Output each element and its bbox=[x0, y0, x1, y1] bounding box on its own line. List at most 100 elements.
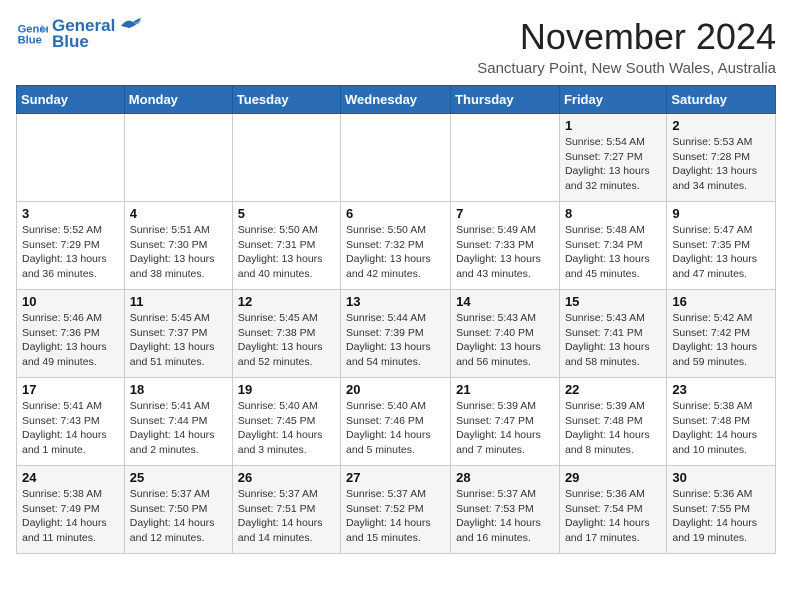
day-number: 25 bbox=[130, 470, 227, 485]
day-number: 2 bbox=[672, 118, 770, 133]
day-info: Sunrise: 5:53 AM Sunset: 7:28 PM Dayligh… bbox=[672, 135, 770, 194]
day-info: Sunrise: 5:38 AM Sunset: 7:48 PM Dayligh… bbox=[672, 399, 770, 458]
calendar-cell bbox=[232, 114, 340, 202]
day-number: 9 bbox=[672, 206, 770, 221]
calendar-cell: 7 Sunrise: 5:49 AM Sunset: 7:33 PM Daylig… bbox=[451, 202, 560, 290]
day-info: Sunrise: 5:39 AM Sunset: 7:48 PM Dayligh… bbox=[565, 399, 661, 458]
calendar-cell: 6Sunrise: 5:50 AM Sunset: 7:32 PM Daylig… bbox=[341, 202, 451, 290]
day-number: 13 bbox=[346, 294, 445, 309]
calendar-cell: 22 Sunrise: 5:39 AM Sunset: 7:48 PM Dayli… bbox=[559, 378, 666, 466]
calendar-cell: 16 Sunrise: 5:42 AM Sunset: 7:42 PM Dayli… bbox=[667, 290, 776, 378]
calendar-cell: 2 Sunrise: 5:53 AM Sunset: 7:28 PM Daylig… bbox=[667, 114, 776, 202]
day-info: Sunrise: 5:40 AM Sunset: 7:46 PM Dayligh… bbox=[346, 399, 445, 458]
calendar-cell: 4Sunrise: 5:51 AM Sunset: 7:30 PM Daylig… bbox=[124, 202, 232, 290]
day-info: Sunrise: 5:50 AM Sunset: 7:32 PM Dayligh… bbox=[346, 223, 445, 282]
day-info: Sunrise: 5:40 AM Sunset: 7:45 PM Dayligh… bbox=[238, 399, 335, 458]
day-number: 11 bbox=[130, 294, 227, 309]
calendar-week-row: 10 Sunrise: 5:46 AM Sunset: 7:36 PM Dayli… bbox=[17, 290, 776, 378]
calendar-cell: 14Sunrise: 5:43 AM Sunset: 7:40 PM Dayli… bbox=[451, 290, 560, 378]
day-info: Sunrise: 5:36 AM Sunset: 7:54 PM Dayligh… bbox=[565, 487, 661, 546]
calendar-cell: 27 Sunrise: 5:37 AM Sunset: 7:52 PM Dayli… bbox=[341, 466, 451, 554]
day-info: Sunrise: 5:52 AM Sunset: 7:29 PM Dayligh… bbox=[22, 223, 119, 282]
calendar-cell: 8 Sunrise: 5:48 AM Sunset: 7:34 PM Daylig… bbox=[559, 202, 666, 290]
day-number: 16 bbox=[672, 294, 770, 309]
calendar-cell: 9 Sunrise: 5:47 AM Sunset: 7:35 PM Daylig… bbox=[667, 202, 776, 290]
calendar-cell: 23 Sunrise: 5:38 AM Sunset: 7:48 PM Dayli… bbox=[667, 378, 776, 466]
calendar-cell: 1Sunrise: 5:54 AM Sunset: 7:27 PM Daylig… bbox=[559, 114, 666, 202]
calendar-cell: 5 Sunrise: 5:50 AM Sunset: 7:31 PM Daylig… bbox=[232, 202, 340, 290]
day-info: Sunrise: 5:37 AM Sunset: 7:53 PM Dayligh… bbox=[456, 487, 554, 546]
day-info: Sunrise: 5:49 AM Sunset: 7:33 PM Dayligh… bbox=[456, 223, 554, 282]
day-number: 5 bbox=[238, 206, 335, 221]
day-info: Sunrise: 5:46 AM Sunset: 7:36 PM Dayligh… bbox=[22, 311, 119, 370]
calendar-cell: 3 Sunrise: 5:52 AM Sunset: 7:29 PM Daylig… bbox=[17, 202, 125, 290]
calendar-table: SundayMondayTuesdayWednesdayThursdayFrid… bbox=[16, 85, 776, 554]
day-number: 7 bbox=[456, 206, 554, 221]
calendar-cell bbox=[124, 114, 232, 202]
day-info: Sunrise: 5:48 AM Sunset: 7:34 PM Dayligh… bbox=[565, 223, 661, 282]
header-wednesday: Wednesday bbox=[341, 86, 451, 114]
calendar-cell: 17 Sunrise: 5:41 AM Sunset: 7:43 PM Dayli… bbox=[17, 378, 125, 466]
calendar-cell: 28 Sunrise: 5:37 AM Sunset: 7:53 PM Dayli… bbox=[451, 466, 560, 554]
logo-bird-icon bbox=[119, 18, 141, 34]
header-sunday: Sunday bbox=[17, 86, 125, 114]
day-info: Sunrise: 5:38 AM Sunset: 7:49 PM Dayligh… bbox=[22, 487, 119, 546]
day-info: Sunrise: 5:47 AM Sunset: 7:35 PM Dayligh… bbox=[672, 223, 770, 282]
header-thursday: Thursday bbox=[451, 86, 560, 114]
day-info: Sunrise: 5:50 AM Sunset: 7:31 PM Dayligh… bbox=[238, 223, 335, 282]
day-info: Sunrise: 5:37 AM Sunset: 7:50 PM Dayligh… bbox=[130, 487, 227, 546]
month-title: November 2024 bbox=[477, 16, 776, 58]
day-number: 17 bbox=[22, 382, 119, 397]
day-info: Sunrise: 5:41 AM Sunset: 7:43 PM Dayligh… bbox=[22, 399, 119, 458]
day-number: 26 bbox=[238, 470, 335, 485]
day-number: 3 bbox=[22, 206, 119, 221]
day-number: 29 bbox=[565, 470, 661, 485]
day-number: 15 bbox=[565, 294, 661, 309]
day-info: Sunrise: 5:45 AM Sunset: 7:37 PM Dayligh… bbox=[130, 311, 227, 370]
day-number: 4 bbox=[130, 206, 227, 221]
day-number: 24 bbox=[22, 470, 119, 485]
day-info: Sunrise: 5:42 AM Sunset: 7:42 PM Dayligh… bbox=[672, 311, 770, 370]
day-number: 10 bbox=[22, 294, 119, 309]
calendar-cell: 20 Sunrise: 5:40 AM Sunset: 7:46 PM Dayli… bbox=[341, 378, 451, 466]
page-header: General Blue General Blue November 2024 … bbox=[16, 16, 776, 77]
calendar-header-row: SundayMondayTuesdayWednesdayThursdayFrid… bbox=[17, 86, 776, 114]
day-info: Sunrise: 5:37 AM Sunset: 7:52 PM Dayligh… bbox=[346, 487, 445, 546]
calendar-week-row: 17 Sunrise: 5:41 AM Sunset: 7:43 PM Dayli… bbox=[17, 378, 776, 466]
calendar-cell: 15 Sunrise: 5:43 AM Sunset: 7:41 PM Dayli… bbox=[559, 290, 666, 378]
day-number: 28 bbox=[456, 470, 554, 485]
day-number: 23 bbox=[672, 382, 770, 397]
day-info: Sunrise: 5:43 AM Sunset: 7:41 PM Dayligh… bbox=[565, 311, 661, 370]
day-number: 12 bbox=[238, 294, 335, 309]
title-block: November 2024 Sanctuary Point, New South… bbox=[477, 16, 776, 77]
logo: General Blue General Blue bbox=[16, 16, 141, 52]
calendar-cell: 10 Sunrise: 5:46 AM Sunset: 7:36 PM Dayli… bbox=[17, 290, 125, 378]
day-number: 22 bbox=[565, 382, 661, 397]
day-number: 20 bbox=[346, 382, 445, 397]
day-number: 30 bbox=[672, 470, 770, 485]
calendar-cell: 18Sunrise: 5:41 AM Sunset: 7:44 PM Dayli… bbox=[124, 378, 232, 466]
calendar-cell bbox=[341, 114, 451, 202]
day-info: Sunrise: 5:39 AM Sunset: 7:47 PM Dayligh… bbox=[456, 399, 554, 458]
calendar-cell: 19Sunrise: 5:40 AM Sunset: 7:45 PM Dayli… bbox=[232, 378, 340, 466]
calendar-cell bbox=[451, 114, 560, 202]
svg-text:Blue: Blue bbox=[18, 35, 42, 47]
location-subtitle: Sanctuary Point, New South Wales, Austra… bbox=[477, 60, 776, 77]
calendar-cell: 25 Sunrise: 5:37 AM Sunset: 7:50 PM Dayli… bbox=[124, 466, 232, 554]
day-info: Sunrise: 5:36 AM Sunset: 7:55 PM Dayligh… bbox=[672, 487, 770, 546]
calendar-cell bbox=[17, 114, 125, 202]
logo-icon: General Blue bbox=[16, 18, 48, 50]
calendar-cell: 30 Sunrise: 5:36 AM Sunset: 7:55 PM Dayli… bbox=[667, 466, 776, 554]
day-number: 27 bbox=[346, 470, 445, 485]
calendar-cell: 11 Sunrise: 5:45 AM Sunset: 7:37 PM Dayli… bbox=[124, 290, 232, 378]
calendar-week-row: 1Sunrise: 5:54 AM Sunset: 7:27 PM Daylig… bbox=[17, 114, 776, 202]
header-monday: Monday bbox=[124, 86, 232, 114]
day-number: 8 bbox=[565, 206, 661, 221]
calendar-cell: 12Sunrise: 5:45 AM Sunset: 7:38 PM Dayli… bbox=[232, 290, 340, 378]
day-number: 1 bbox=[565, 118, 661, 133]
day-info: Sunrise: 5:44 AM Sunset: 7:39 PM Dayligh… bbox=[346, 311, 445, 370]
calendar-week-row: 3 Sunrise: 5:52 AM Sunset: 7:29 PM Daylig… bbox=[17, 202, 776, 290]
calendar-week-row: 24 Sunrise: 5:38 AM Sunset: 7:49 PM Dayli… bbox=[17, 466, 776, 554]
day-number: 14 bbox=[456, 294, 554, 309]
calendar-cell: 29 Sunrise: 5:36 AM Sunset: 7:54 PM Dayli… bbox=[559, 466, 666, 554]
